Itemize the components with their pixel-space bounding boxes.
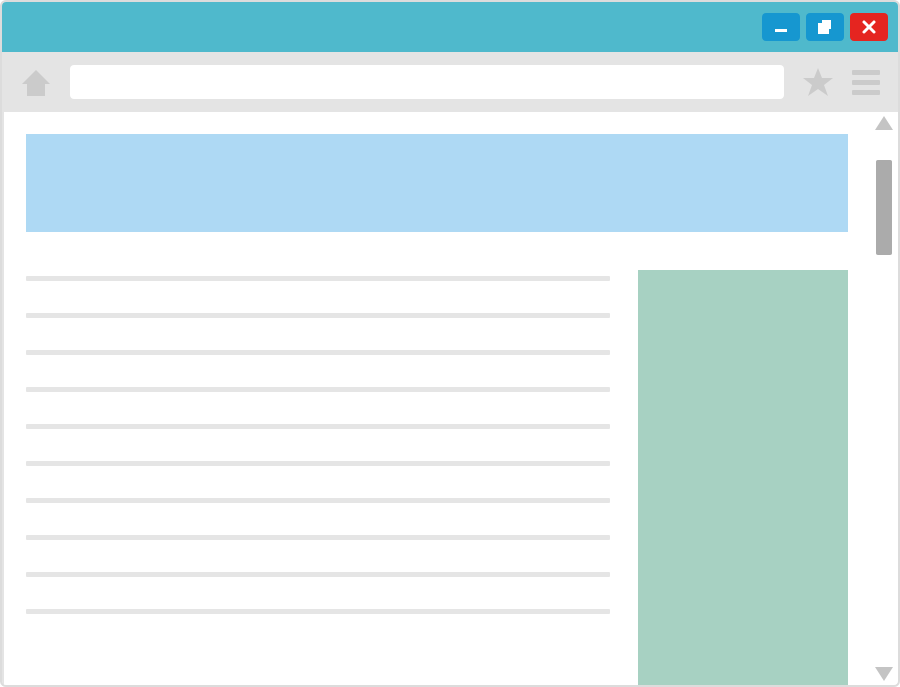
text-line [26, 424, 610, 429]
text-line [26, 535, 610, 540]
browser-window [0, 0, 900, 687]
home-icon [20, 66, 52, 98]
text-line [26, 350, 610, 355]
text-line [26, 572, 610, 577]
text-line [26, 387, 610, 392]
titlebar [2, 2, 898, 52]
star-icon [802, 66, 834, 98]
text-line [26, 313, 610, 318]
menu-button[interactable] [852, 68, 880, 96]
hamburger-icon [852, 90, 880, 95]
minimize-icon [772, 18, 790, 36]
page-banner [26, 134, 848, 232]
close-button[interactable] [850, 13, 888, 41]
url-input[interactable] [70, 65, 784, 99]
page-viewport [4, 112, 870, 685]
text-line [26, 609, 610, 614]
favorite-button[interactable] [802, 66, 834, 98]
maximize-icon [816, 18, 834, 36]
content-area [2, 112, 898, 685]
text-column [26, 270, 610, 685]
text-line [26, 498, 610, 503]
text-line [26, 276, 610, 281]
home-button[interactable] [20, 66, 52, 98]
text-line [26, 461, 610, 466]
hamburger-icon [852, 70, 880, 75]
page-sidebar [638, 270, 848, 685]
scroll-down-button[interactable] [875, 667, 893, 681]
scroll-up-button[interactable] [875, 116, 893, 130]
vertical-scrollbar[interactable] [870, 112, 898, 685]
minimize-button[interactable] [762, 13, 800, 41]
toolbar [2, 52, 898, 112]
page-main-row [26, 270, 848, 685]
close-icon [860, 18, 878, 36]
hamburger-icon [852, 80, 880, 85]
scroll-thumb[interactable] [876, 160, 892, 255]
maximize-button[interactable] [806, 13, 844, 41]
